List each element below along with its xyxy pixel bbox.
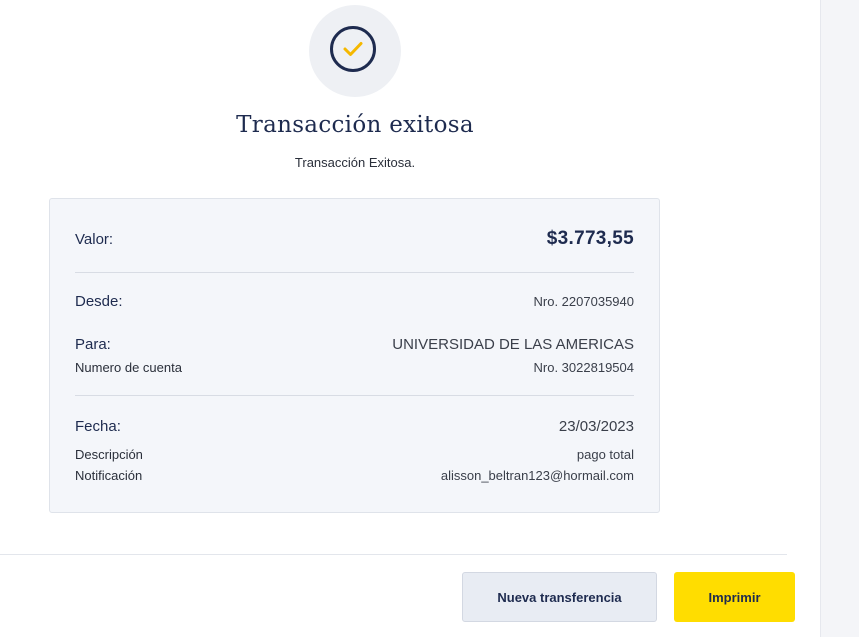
new-transfer-button[interactable]: Nueva transferencia (462, 572, 657, 622)
to-value: UNIVERSIDAD DE LAS AMERICAS (392, 336, 634, 353)
divider (75, 395, 634, 396)
date-value: 23/03/2023 (558, 418, 634, 435)
amount-value: $3.773,55 (546, 228, 634, 249)
notification-value: alisson_beltran123@hormail.com (440, 468, 634, 483)
from-label: Desde: (75, 293, 123, 310)
success-badge (309, 5, 401, 97)
date-label: Fecha: (75, 418, 121, 435)
to-label: Para: (75, 336, 111, 353)
notification-row: Notificación alisson_beltran123@hormail.… (75, 468, 634, 483)
from-value: Nro. 2207035940 (533, 294, 634, 309)
page-subtitle: Transacción Exitosa. (294, 155, 416, 170)
transaction-summary-card: Valor: $3.773,55 Desde: Nro. 2207035940 … (49, 198, 660, 513)
description-row: Descripción pago total (75, 447, 634, 462)
account-value: Nro. 3022819504 (533, 360, 634, 375)
account-row: Numero de cuenta Nro. 3022819504 (75, 360, 634, 375)
to-row: Para: UNIVERSIDAD DE LAS AMERICAS (75, 336, 634, 353)
account-label: Numero de cuenta (75, 360, 182, 375)
right-side-panel (820, 0, 859, 637)
date-row: Fecha: 23/03/2023 (75, 418, 634, 435)
footer-divider (0, 554, 787, 555)
page-title: Transacción exitosa (236, 112, 474, 138)
print-button[interactable]: Imprimir (674, 572, 795, 622)
amount-row: Valor: $3.773,55 (75, 228, 634, 250)
description-value: pago total (576, 447, 634, 462)
checkmark-icon (330, 26, 376, 72)
notification-label: Notificación (75, 468, 143, 483)
amount-label: Valor: (75, 231, 114, 248)
description-label: Descripción (75, 447, 143, 462)
divider (75, 272, 634, 273)
from-row: Desde: Nro. 2207035940 (75, 293, 634, 310)
